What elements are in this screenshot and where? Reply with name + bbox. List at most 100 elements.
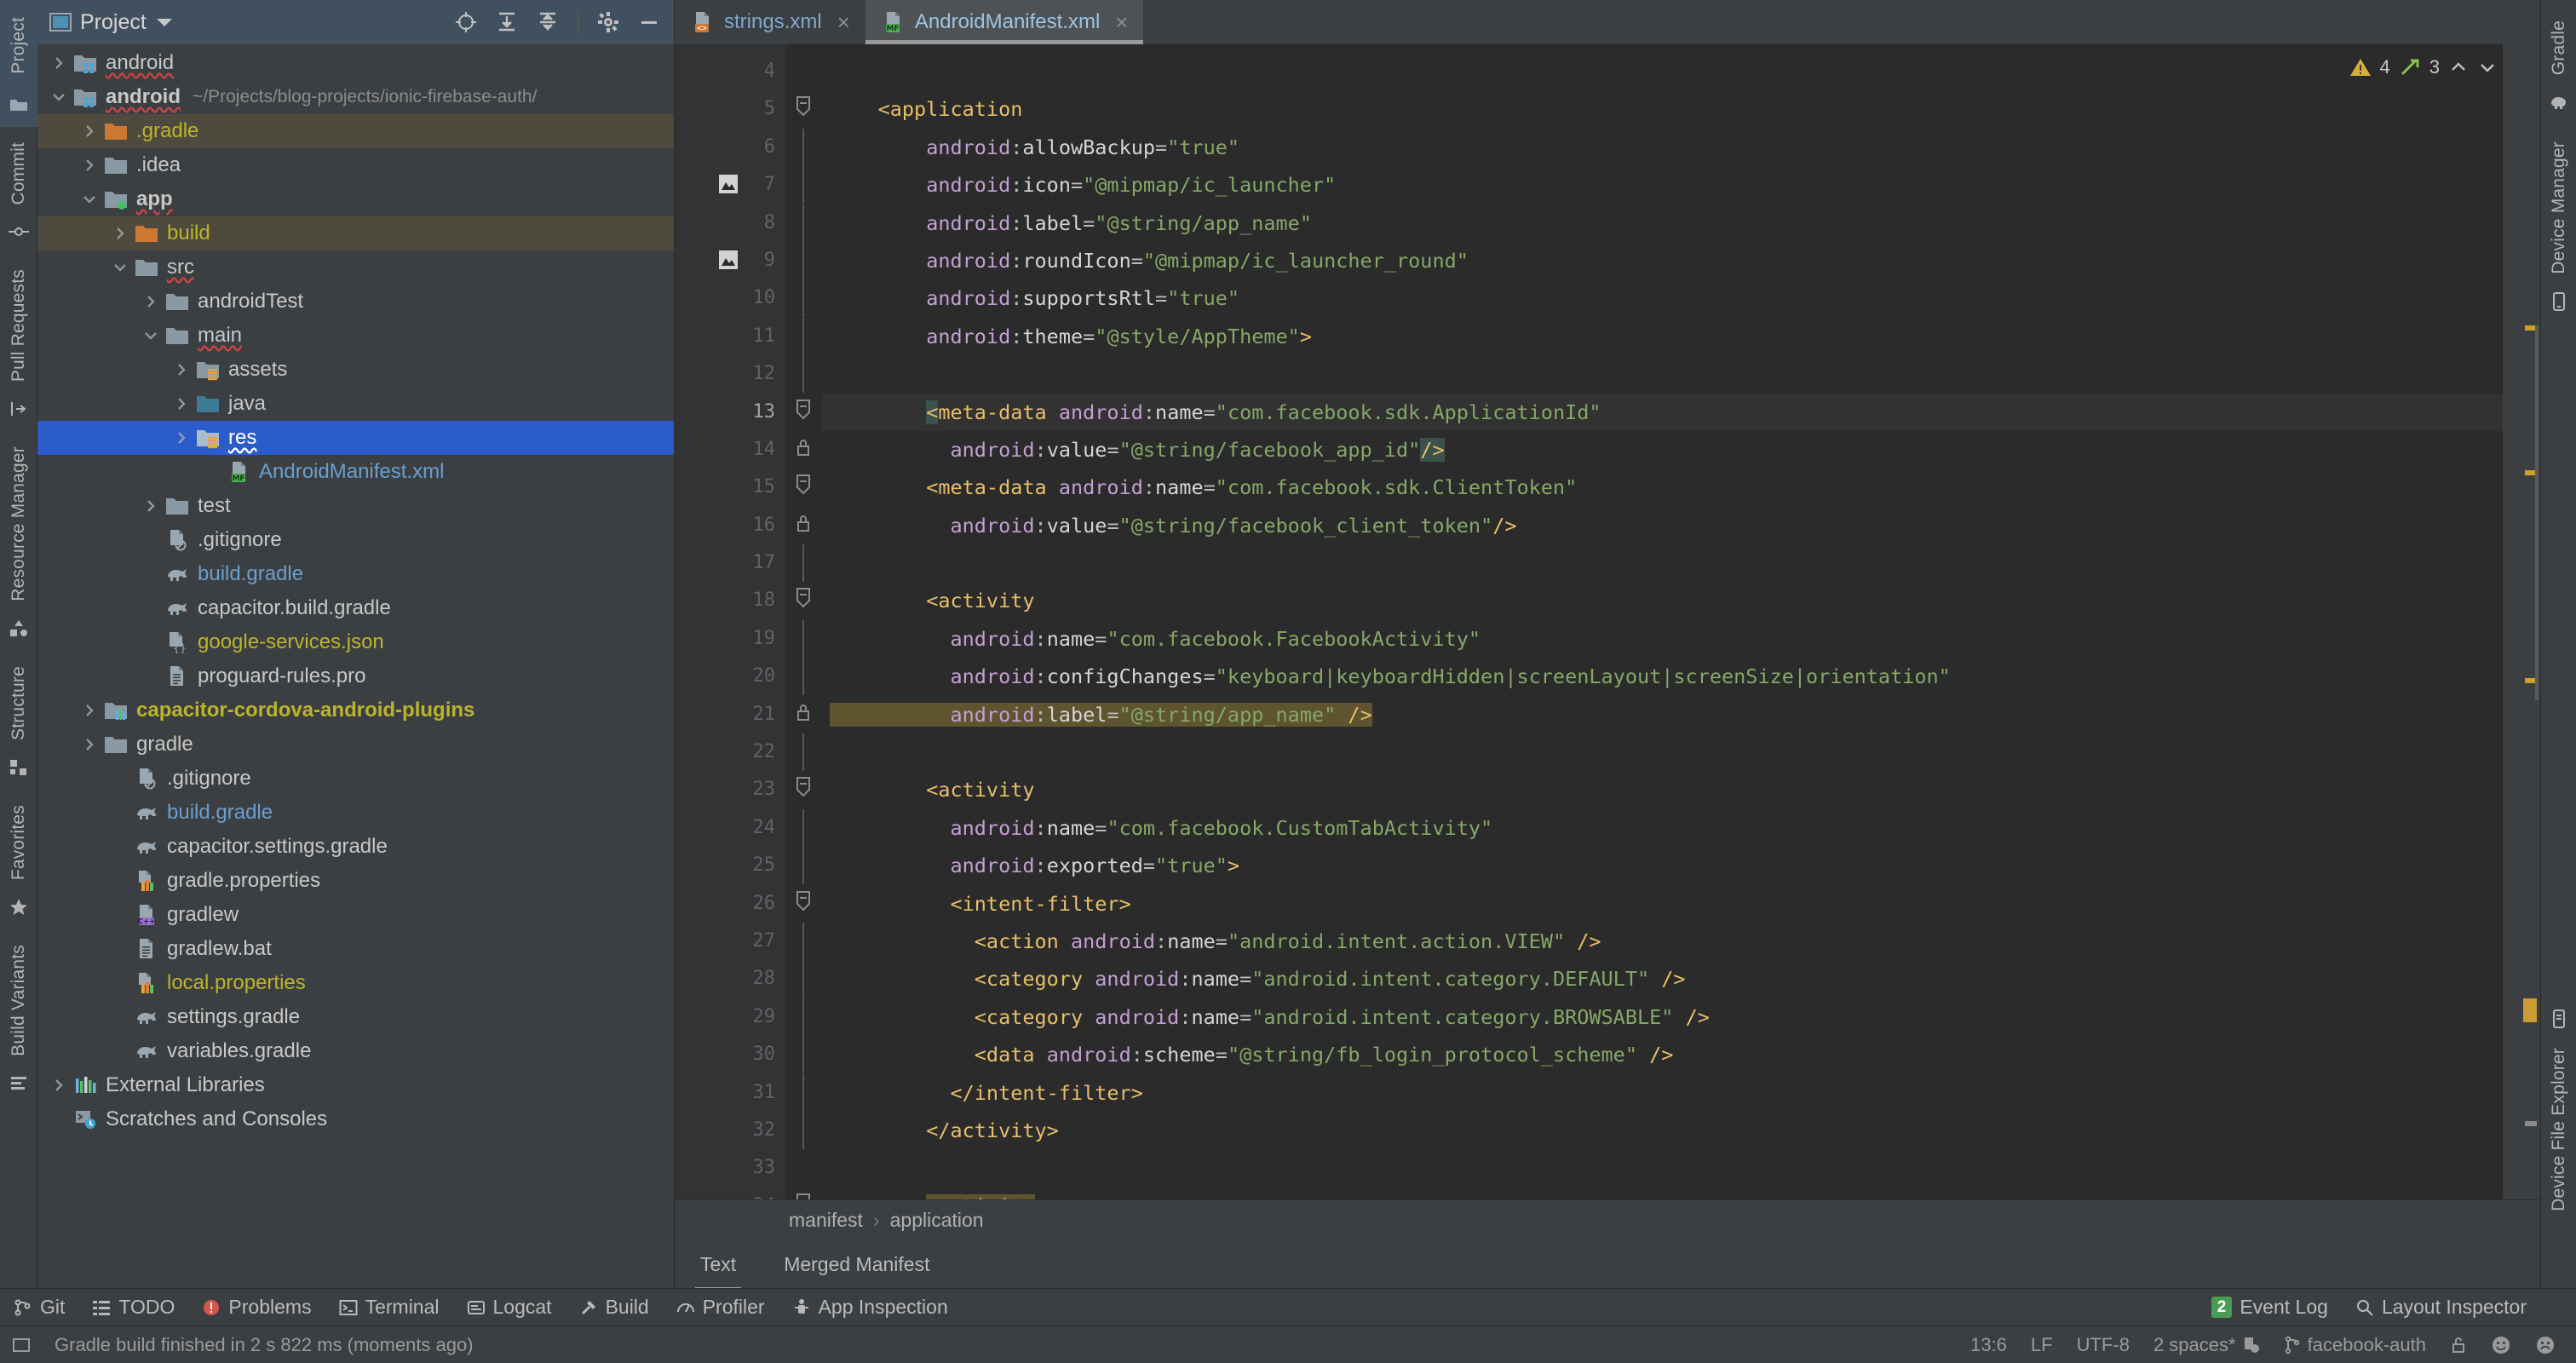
- tree-item-app[interactable]: app: [37, 182, 674, 216]
- code-line[interactable]: [821, 53, 2540, 90]
- tw-layout-inspector[interactable]: Layout Inspector: [2342, 1296, 2576, 1319]
- tree-item-variables-gradle[interactable]: variables.gradle: [37, 1034, 674, 1068]
- editor-error-stripe[interactable]: [2503, 44, 2540, 1199]
- git-branch-widget[interactable]: facebook-auth: [2272, 1334, 2438, 1356]
- close-icon[interactable]: ×: [837, 9, 850, 36]
- fold-marker[interactable]: [785, 582, 821, 619]
- rail-item-gradle[interactable]: Gradle: [2549, 0, 2569, 90]
- tw-git[interactable]: Git: [0, 1296, 78, 1319]
- settings-gear-icon[interactable]: [597, 11, 619, 33]
- code-line[interactable]: android:roundIcon="@mipmap/ic_launcher_r…: [821, 242, 2540, 279]
- tree-item-android[interactable]: android: [37, 46, 674, 80]
- tree-item-capacitor-build-gradle[interactable]: capacitor.build.gradle: [37, 591, 674, 625]
- code-line[interactable]: android:name="com.facebook.FacebookActiv…: [821, 620, 2540, 658]
- tree-item-capacitor-cordova-android-plugins[interactable]: capacitor-cordova-android-plugins: [37, 693, 674, 728]
- chevron-right-icon[interactable]: [140, 495, 162, 517]
- caret-position[interactable]: 13:6: [1958, 1334, 2019, 1356]
- tree-item-gradle[interactable]: .gradle: [37, 114, 674, 148]
- project-tree[interactable]: android android ~/Projects/blog-projects/i…: [37, 44, 674, 1288]
- code-line[interactable]: <category android:name="android.intent.c…: [821, 960, 2540, 998]
- rail-item-device-manager[interactable]: Device Manager: [2549, 126, 2569, 290]
- tree-item-google-services-json[interactable]: {} google-services.json: [37, 625, 674, 659]
- chevron-down-icon[interactable]: [155, 16, 174, 28]
- rail-item-commit[interactable]: Commit: [9, 127, 29, 221]
- chevron-right-icon[interactable]: [170, 427, 193, 449]
- chevron-down-icon[interactable]: [109, 256, 131, 279]
- tree-item-androidmanifest-xml[interactable]: MF AndroidManifest.xml: [37, 455, 674, 489]
- file-encoding[interactable]: UTF-8: [2065, 1334, 2142, 1356]
- code-line[interactable]: android:icon="@mipmap/ic_launcher": [821, 166, 2540, 204]
- smiley-happy-icon[interactable]: [2479, 1335, 2523, 1355]
- rail-item-resource-manager[interactable]: Resource Manager: [9, 431, 29, 617]
- rail-item-structure[interactable]: Structure: [9, 651, 29, 756]
- tree-item-gradlew[interactable]: C++ gradlew: [37, 898, 674, 932]
- fold-marker[interactable]: [785, 469, 821, 506]
- rail-item-project[interactable]: Project: [0, 0, 37, 89]
- code-line[interactable]: android:label="@string/app_name" />: [821, 696, 2540, 733]
- tree-item-external-libraries[interactable]: External Libraries: [37, 1068, 674, 1102]
- tree-item-test[interactable]: test: [37, 489, 674, 523]
- chevron-right-icon[interactable]: [140, 290, 162, 313]
- code-line[interactable]: <activity: [821, 582, 2540, 619]
- code-line[interactable]: android:value="@string/facebook_app_id"/…: [821, 431, 2540, 469]
- code-line[interactable]: </activity>: [821, 1112, 2540, 1149]
- breadcrumb-item-manifest[interactable]: manifest: [789, 1209, 863, 1232]
- tree-item-gradlew-bat[interactable]: gradlew.bat: [37, 932, 674, 966]
- hide-minus-icon[interactable]: [638, 11, 660, 33]
- chevron-down-icon[interactable]: [140, 325, 162, 347]
- code-line[interactable]: <action android:name="android.intent.act…: [821, 923, 2540, 960]
- code-line[interactable]: <intent-filter>: [821, 885, 2540, 923]
- smiley-sad-icon[interactable]: [2523, 1335, 2576, 1355]
- tree-item-local-properties[interactable]: local.properties: [37, 966, 674, 1000]
- tree-item-gradle[interactable]: gradle: [37, 728, 674, 762]
- chevron-right-icon[interactable]: [170, 393, 193, 415]
- chevron-right-icon[interactable]: [109, 222, 131, 244]
- code-line[interactable]: android:exported="true">: [821, 847, 2540, 884]
- editor-body[interactable]: 4 5 6 7 8 9 10 11 12 13 14 15 16 17 18 19 20 21 22 23 24 25 26…: [675, 44, 2540, 1199]
- code-line[interactable]: [821, 733, 2540, 771]
- fold-marker[interactable]: [785, 885, 821, 923]
- code-line[interactable]: <data android:scheme="@string/fb_login_p…: [821, 1036, 2540, 1073]
- tab-merged-manifest[interactable]: Merged Manifest: [775, 1248, 938, 1281]
- tree-item-proguard-rules-pro[interactable]: proguard-rules.pro: [37, 659, 674, 693]
- chevron-down-icon[interactable]: [78, 188, 101, 210]
- chevron-right-icon[interactable]: [78, 154, 101, 176]
- chevron-right-icon[interactable]: [78, 733, 101, 756]
- rail-item-pull-requests[interactable]: Pull Requests: [9, 254, 29, 397]
- tree-item-capacitor-settings-gradle[interactable]: capacitor.settings.gradle: [37, 830, 674, 864]
- code-line[interactable]: android:configChanges="keyboard|keyboard…: [821, 658, 2540, 695]
- tree-item-build-gradle[interactable]: build.gradle: [37, 557, 674, 591]
- tree-item-res[interactable]: res: [37, 421, 674, 455]
- code-line[interactable]: <activity: [821, 771, 2540, 808]
- scrollbar-thumb[interactable]: [2535, 325, 2539, 700]
- code-line[interactable]: android:label="@string/app_name": [821, 204, 2540, 242]
- close-icon[interactable]: ×: [1115, 9, 1128, 36]
- image-preview-icon[interactable]: [719, 250, 738, 269]
- tree-item-build-gradle[interactable]: build.gradle: [37, 796, 674, 830]
- tw-problems[interactable]: Problems: [188, 1296, 325, 1319]
- chevron-down-icon[interactable]: [2477, 59, 2498, 76]
- image-preview-icon[interactable]: [719, 175, 738, 194]
- tree-item-src[interactable]: src: [37, 250, 674, 285]
- editor-tab-androidmanifest-xml[interactable]: MF AndroidManifest.xml ×: [865, 0, 1144, 44]
- chevron-down-icon[interactable]: [48, 86, 70, 108]
- tree-item-scratches-and-consoles[interactable]: Scratches and Consoles: [37, 1102, 674, 1136]
- expand-all-icon[interactable]: [496, 11, 518, 33]
- code-line[interactable]: <activity: [821, 1188, 2540, 1199]
- chevron-right-icon[interactable]: [170, 359, 193, 381]
- editor-fold-column[interactable]: [785, 44, 821, 1199]
- code-line[interactable]: <category android:name="android.intent.c…: [821, 998, 2540, 1036]
- breadcrumb[interactable]: manifest › application: [675, 1199, 2540, 1240]
- editor-gutter[interactable]: 4 5 6 7 8 9 10 11 12 13 14 15 16 17 18 19 20 21 22 23 24 25 26…: [675, 44, 785, 1199]
- code-line[interactable]: <meta-data android:name="com.facebook.sd…: [821, 393, 2540, 431]
- code-line[interactable]: </intent-filter>: [821, 1074, 2540, 1112]
- locate-icon[interactable]: [455, 11, 477, 33]
- code-line[interactable]: android:name="com.facebook.CustomTabActi…: [821, 809, 2540, 847]
- indent-setting[interactable]: 2 spaces*: [2142, 1334, 2272, 1356]
- tree-item-assets[interactable]: assets: [37, 353, 674, 387]
- rail-item-device-file-explorer[interactable]: Device File Explorer: [2549, 1000, 2569, 1227]
- line-separator[interactable]: LF: [2019, 1334, 2065, 1356]
- code-line[interactable]: [821, 1149, 2540, 1187]
- chevron-right-icon[interactable]: [48, 52, 70, 74]
- tw-profiler[interactable]: Profiler: [663, 1296, 779, 1319]
